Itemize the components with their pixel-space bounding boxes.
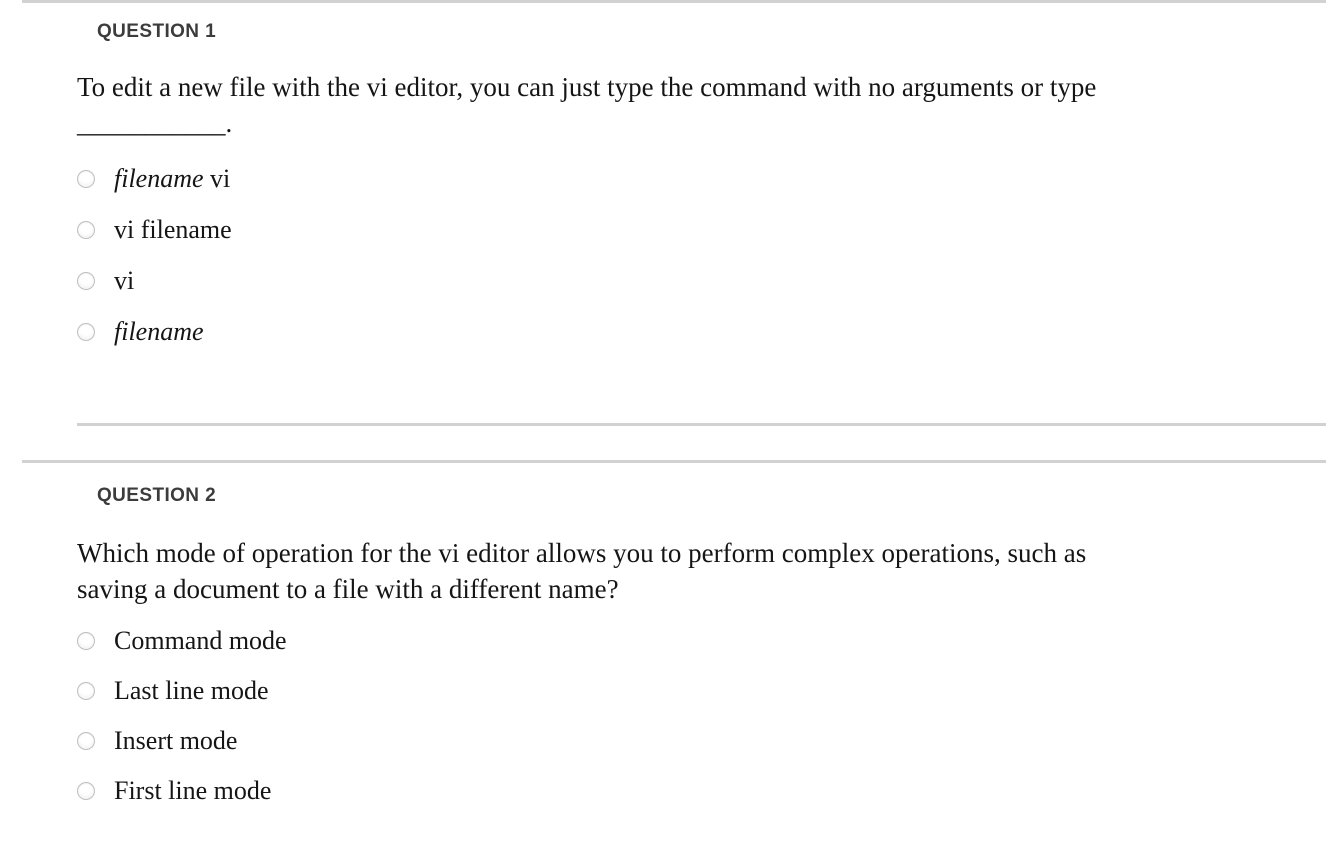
- question-2-options: Command mode Last line mode Insert mode …: [0, 607, 1326, 816]
- option-label-italic: filename: [114, 316, 204, 346]
- question-2-text-line2: saving a document to a file with a diffe…: [77, 574, 619, 604]
- option-label[interactable]: vi filename: [114, 215, 232, 245]
- question-1-text-line1: To edit a new file with the vi editor, y…: [77, 72, 1097, 102]
- option-row[interactable]: Last line mode: [77, 666, 1326, 716]
- question-1-blank: ___________: [77, 108, 226, 138]
- question-1-period: .: [225, 108, 233, 138]
- option-label-plain: Command mode: [114, 626, 287, 655]
- radio-button[interactable]: [77, 632, 95, 650]
- question-1-bottom-space: [0, 357, 1326, 423]
- option-row[interactable]: Insert mode: [77, 716, 1326, 766]
- radio-button[interactable]: [77, 322, 95, 341]
- radio-button[interactable]: [77, 271, 95, 290]
- question-block-1: QUESTION 1 To edit a new file with the v…: [0, 3, 1326, 426]
- option-label[interactable]: filename vi: [114, 164, 230, 194]
- option-row[interactable]: filename vi: [77, 153, 1326, 204]
- question-1-header: QUESTION 1: [97, 21, 217, 42]
- option-label-plain: vi: [114, 265, 135, 295]
- question-2-text: Which mode of operation for the vi edito…: [0, 507, 1326, 607]
- radio-button[interactable]: [77, 220, 95, 239]
- option-label-plain: Last line mode: [114, 676, 269, 705]
- option-label[interactable]: filename: [114, 317, 204, 347]
- option-label[interactable]: Insert mode: [114, 726, 237, 756]
- option-label-plain: First line mode: [114, 776, 272, 805]
- option-label-plain: vi: [203, 163, 231, 193]
- question-1-text: To edit a new file with the vi editor, y…: [0, 43, 1326, 141]
- option-label[interactable]: First line mode: [114, 776, 271, 806]
- question-block-2: QUESTION 2 Which mode of operation for t…: [0, 463, 1326, 816]
- option-row[interactable]: vi: [77, 255, 1326, 306]
- option-label[interactable]: vi: [114, 266, 134, 296]
- radio-button[interactable]: [77, 682, 95, 700]
- between-questions-space: [0, 426, 1326, 460]
- option-row[interactable]: filename: [77, 306, 1326, 357]
- radio-button[interactable]: [77, 732, 95, 750]
- option-row[interactable]: Command mode: [77, 616, 1326, 666]
- option-label[interactable]: Last line mode: [114, 676, 269, 706]
- radio-button[interactable]: [77, 169, 95, 188]
- question-2-header: QUESTION 2: [97, 485, 217, 506]
- option-row[interactable]: First line mode: [77, 766, 1326, 816]
- option-label-italic: filename: [114, 163, 204, 193]
- radio-button[interactable]: [77, 782, 95, 800]
- option-label-plain: Insert mode: [114, 726, 238, 755]
- question-1-bottom-rule: [77, 423, 1326, 426]
- option-row[interactable]: vi filename: [77, 204, 1326, 255]
- question-1-options: filename vi vi filename vi filename: [0, 141, 1326, 357]
- question-2-text-line1: Which mode of operation for the vi edito…: [77, 538, 1087, 568]
- option-label[interactable]: Command mode: [114, 626, 287, 656]
- quiz-container: QUESTION 1 To edit a new file with the v…: [0, 0, 1326, 816]
- option-label-plain: vi filename: [114, 214, 232, 244]
